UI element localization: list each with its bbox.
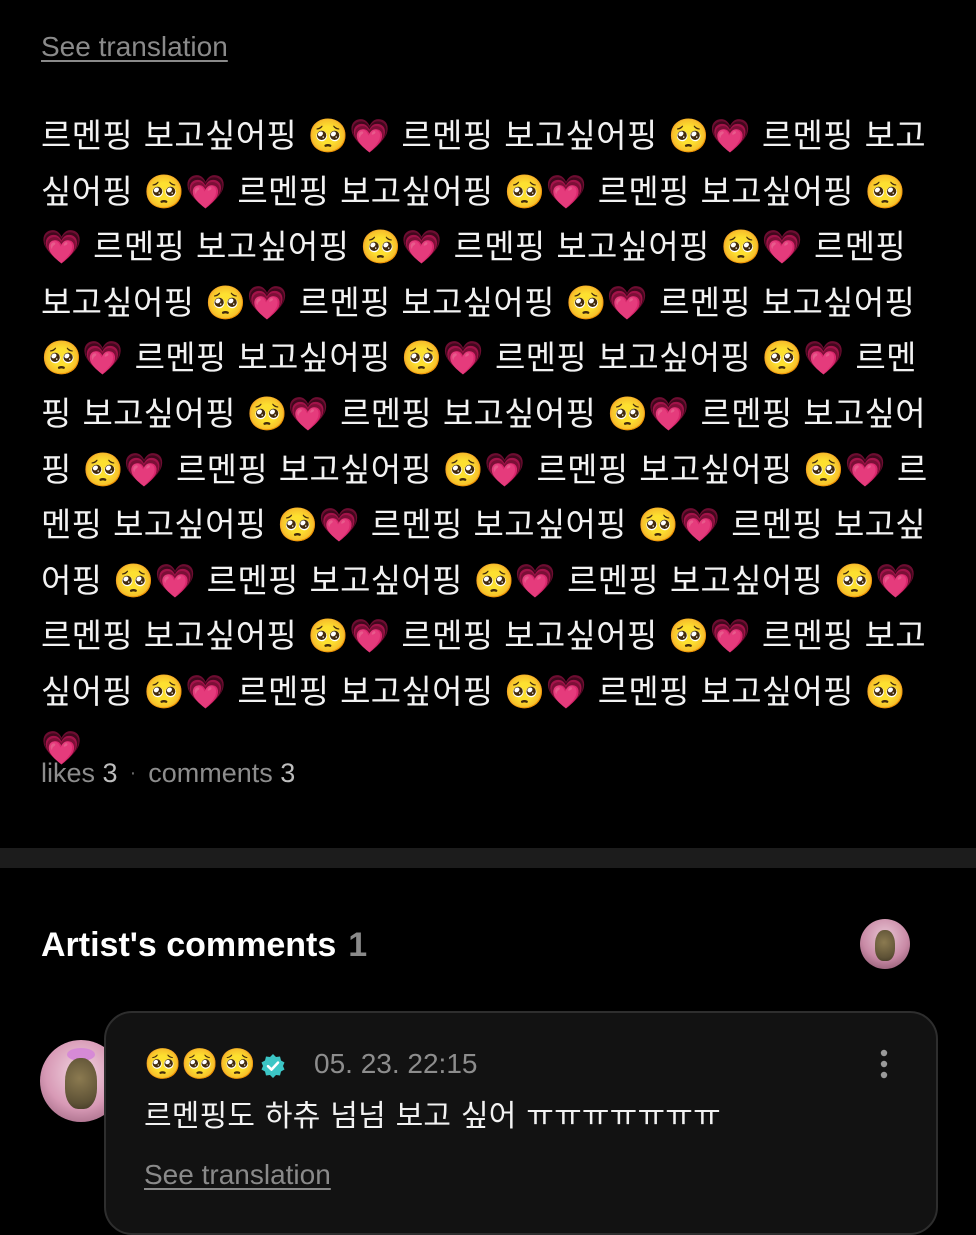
comments-label: comments	[148, 758, 273, 788]
artist-comments-section: Artist's comments 1 🥺🥺🥺 05. 23. 22:15 르멘…	[0, 868, 976, 1235]
section-divider	[0, 848, 976, 868]
comment-see-translation-link[interactable]: See translation	[144, 1159, 331, 1191]
see-translation-link[interactable]: See translation	[41, 31, 228, 63]
comments-count: 3	[280, 758, 296, 788]
post-stats: likes 3 · comments 3	[41, 758, 295, 789]
avatar-figure	[875, 930, 895, 961]
likes-stat[interactable]: likes 3	[41, 758, 118, 788]
comment-date: 05. 23. 22:15	[314, 1048, 478, 1079]
artist-avatar[interactable]	[860, 919, 910, 969]
comment-card: 🥺🥺🥺 05. 23. 22:15 르멘핑도 하츄 넘넘 보고 싶어 ㅠㅠㅠㅠㅠ…	[104, 1011, 938, 1235]
comments-stat[interactable]: comments 3	[148, 758, 295, 788]
likes-label: likes	[41, 758, 96, 788]
stats-separator: ·	[129, 762, 137, 784]
artist-comments-title: Artist's comments 1	[41, 926, 367, 965]
comment-text: 르멘핑도 하츄 넘넘 보고 싶어 ㅠㅠㅠㅠㅠㅠㅠ	[144, 1099, 721, 1134]
artist-comments-count: 1	[348, 926, 368, 964]
artist-comments-heading: Artist's comments	[41, 926, 337, 964]
likes-count: 3	[102, 758, 118, 788]
verified-badge-icon	[260, 1052, 286, 1078]
comment-author[interactable]: 🥺🥺🥺	[144, 1047, 286, 1083]
post: See translation 르멘핑 보고싶어핑 🥺💗 르멘핑 보고싶어핑 🥺…	[0, 0, 976, 848]
comment-author-name: 🥺🥺🥺	[144, 1047, 257, 1082]
more-vertical-icon[interactable]	[872, 1045, 896, 1085]
post-body-text: 르멘핑 보고싶어핑 🥺💗 르멘핑 보고싶어핑 🥺💗 르멘핑 보고싶어핑 🥺💗 르…	[41, 116, 928, 767]
avatar-figure	[64, 1058, 98, 1109]
